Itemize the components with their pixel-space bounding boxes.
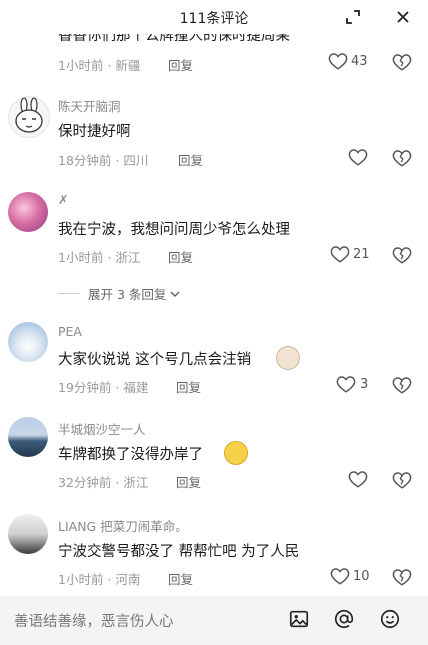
comment-item: ✗ 我在宁波，我想问问周少爷怎么处理 1小时前 · 浙江 回复 21	[0, 190, 428, 274]
close-icon	[397, 11, 409, 23]
comment-text: 车牌都换了没得办岸了	[58, 447, 203, 463]
dislike-button[interactable]	[392, 471, 412, 493]
divider	[58, 293, 80, 294]
username[interactable]: 陈天开脑洞	[58, 96, 121, 115]
comment-input[interactable]: 善语结善缘，恶言伤人心	[14, 610, 174, 631]
comment-text: 保时捷好啊	[58, 124, 131, 140]
heart-icon	[348, 471, 368, 488]
heart-icon	[348, 149, 368, 166]
mention-button[interactable]	[331, 606, 357, 632]
broken-heart-icon	[392, 569, 412, 586]
close-button[interactable]	[390, 4, 416, 30]
image-icon	[289, 610, 309, 628]
like-count: 43	[351, 53, 368, 69]
comment-meta: 19分钟前 · 福建	[58, 380, 149, 395]
cat-emoji-icon	[276, 346, 300, 370]
comment-meta: 1小时前 · 浙江	[58, 250, 141, 265]
avatar[interactable]	[8, 192, 48, 232]
rabbit-avatar-icon	[15, 97, 43, 133]
like-button[interactable]: 43	[328, 52, 368, 70]
comment-item: LIANG 把菜刀闹革命。 宁波交警号都没了 帮帮忙吧 为了人民 1小时前 · …	[0, 512, 428, 590]
expand-replies-button[interactable]: 展开 3 条回复	[58, 284, 181, 303]
like-button[interactable]	[348, 470, 368, 488]
comment-list[interactable]: 香香你们那个公牌撞人的保时捷周某 1小时前 · 新疆 回复 43 陈天开脑洞 保…	[0, 0, 428, 590]
like-count: 3	[360, 376, 369, 392]
comment-input-bar: 善语结善缘，恶言伤人心	[0, 596, 428, 645]
comment-meta: 1小时前 · 新疆	[58, 58, 141, 73]
at-icon	[334, 609, 354, 629]
emoji-icon	[380, 609, 400, 629]
dislike-button[interactable]	[392, 376, 412, 398]
dislike-button[interactable]	[392, 149, 412, 171]
dislike-button[interactable]	[392, 53, 412, 75]
like-button[interactable]: 3	[336, 375, 368, 393]
like-count: 21	[353, 246, 370, 262]
broken-heart-icon	[392, 150, 412, 167]
comments-sheet: 香香你们那个公牌撞人的保时捷周某 1小时前 · 新疆 回复 43 陈天开脑洞 保…	[0, 0, 428, 645]
expand-replies-label: 展开 3 条回复	[88, 287, 167, 302]
comment-text: 宁波交警号都没了 帮帮忙吧 为了人民	[58, 544, 300, 560]
image-button[interactable]	[286, 606, 312, 632]
reply-button[interactable]: 回复	[168, 569, 193, 588]
broken-heart-icon	[392, 247, 412, 264]
dislike-button[interactable]	[392, 568, 412, 590]
comments-header: 111条评论	[0, 0, 428, 34]
reply-button[interactable]: 回复	[176, 377, 201, 396]
username[interactable]: ✗	[58, 192, 68, 207]
like-button[interactable]: 21	[330, 245, 370, 263]
broken-heart-icon	[392, 54, 412, 71]
username[interactable]: LIANG 把菜刀闹革命。	[58, 516, 188, 535]
emoji-button[interactable]	[377, 606, 403, 632]
avatar[interactable]	[8, 514, 48, 554]
reply-button[interactable]: 回复	[168, 247, 193, 266]
avatar[interactable]	[8, 417, 48, 457]
comment-item: PEA 大家伙说说 这个号几点会注销 19分钟前 · 福建 回复 3	[0, 320, 428, 404]
broken-heart-icon	[392, 377, 412, 394]
reply-button[interactable]: 回复	[178, 150, 203, 169]
comment-item: 陈天开脑洞 保时捷好啊 18分钟前 · 四川 回复	[0, 92, 428, 176]
username[interactable]: PEA	[58, 324, 82, 339]
comment-item: 半城烟沙空一人 车牌都换了没得办岸了 32分钟前 · 浙江 回复	[0, 415, 428, 499]
comment-text: 大家伙说说 这个号几点会注销	[58, 352, 252, 368]
heart-icon	[330, 568, 350, 585]
username[interactable]: 半城烟沙空一人	[58, 419, 146, 438]
heart-icon	[328, 53, 348, 70]
expand-button[interactable]	[340, 4, 366, 30]
like-button[interactable]	[348, 148, 368, 166]
comment-meta: 32分钟前 · 浙江	[58, 475, 149, 490]
dislike-button[interactable]	[392, 246, 412, 268]
like-button[interactable]: 10	[330, 567, 370, 585]
like-count: 10	[353, 568, 370, 584]
comment-text: 我在宁波，我想问问周少爷怎么处理	[58, 222, 290, 238]
expand-icon	[346, 10, 360, 24]
heart-icon	[330, 246, 350, 263]
reply-button[interactable]: 回复	[168, 55, 193, 74]
reply-button[interactable]: 回复	[176, 472, 201, 491]
laughing-emoji-icon	[224, 441, 248, 465]
comment-meta: 1小时前 · 河南	[58, 572, 141, 587]
chevron-down-icon	[170, 290, 180, 297]
comment-meta: 18分钟前 · 四川	[58, 153, 149, 168]
avatar[interactable]	[8, 322, 48, 362]
avatar[interactable]	[8, 96, 50, 138]
heart-icon	[336, 376, 356, 393]
broken-heart-icon	[392, 472, 412, 489]
